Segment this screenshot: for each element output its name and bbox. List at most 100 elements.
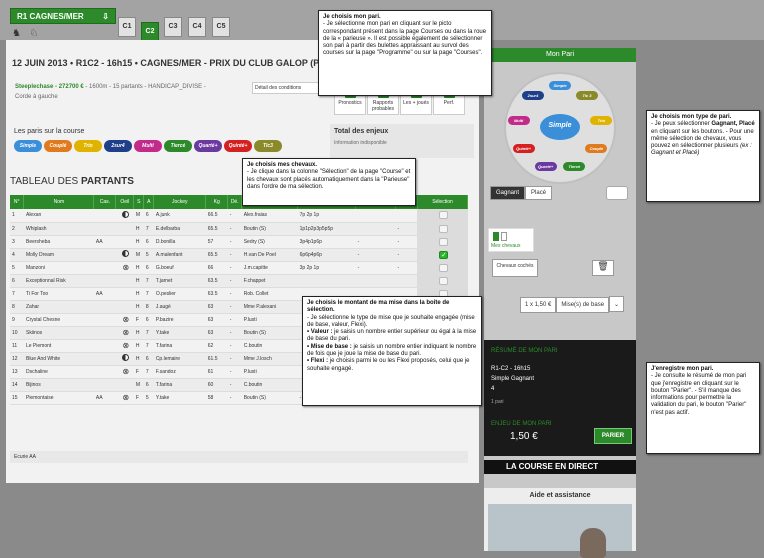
selection-cell: [417, 209, 468, 223]
selection-checkbox[interactable]: [438, 263, 448, 272]
cell-s: H: [133, 274, 144, 288]
blinker-icon: ⊗: [122, 315, 130, 324]
oeil-cell: [115, 274, 134, 288]
cell-s: H: [133, 235, 144, 249]
dropdown-arrow-icon: ⇩: [102, 12, 109, 21]
bet-simple[interactable]: Simple: [14, 140, 42, 152]
cell-n: 5: [10, 261, 24, 275]
tab-race-c3[interactable]: C3: [164, 17, 182, 37]
course-en-direct-bar[interactable]: LA COURSE EN DIRECT: [484, 460, 636, 474]
cell-musique: 1p1p2p3p5p5p: [297, 222, 356, 236]
selection-checkbox[interactable]: [438, 224, 448, 233]
cell-jockey: T.farina: [153, 378, 206, 392]
oeil-cell: [115, 222, 134, 236]
column-header[interactable]: Kg: [205, 195, 229, 209]
resume-count: 1 pari: [491, 399, 504, 405]
bet-quinte[interactable]: Quinté+: [224, 140, 252, 152]
selection-checkbox[interactable]: [438, 250, 448, 259]
cell-ent: Boutin (S): [241, 326, 298, 340]
cell-cote: [395, 274, 418, 288]
cell-cas: [93, 352, 116, 366]
wheel-bet-option[interactable]: Simple: [549, 81, 571, 90]
conditions-link[interactable]: Détail des conditions: [252, 82, 322, 94]
column-header[interactable]: S: [133, 195, 145, 209]
cell-gains: -: [355, 248, 396, 262]
jockey-icon[interactable]: ♘: [29, 28, 38, 39]
cell-cas: [93, 274, 116, 288]
meeting-label: R1 CAGNES/MER: [17, 12, 84, 21]
bet-multi[interactable]: Multi: [134, 140, 162, 152]
cell-ent: Mme P.alexani: [241, 300, 298, 314]
place-button[interactable]: Placé: [525, 186, 553, 200]
column-header[interactable]: Jockey: [153, 195, 207, 209]
bet-trio[interactable]: Trio: [74, 140, 102, 152]
callout-montant-mise: Je choisis le montant de ma mise dans la…: [302, 296, 482, 406]
chevaux-coches-button[interactable]: Chevaux cochés: [492, 259, 538, 277]
tab-race-c1[interactable]: C1: [118, 17, 136, 37]
trash-icon[interactable]: 🗑: [592, 260, 614, 276]
half-blinker-icon: [122, 354, 130, 361]
wheel-bet-option[interactable]: Multi: [507, 115, 530, 125]
cell-name: Blue And White: [23, 352, 94, 366]
cell-name: Alexan: [23, 209, 94, 223]
table-row: 2 Whiplash H 7 E.delbarba 65.5- Boutin (S) 1p1p…: [10, 222, 468, 236]
cell-kg: 63.5: [205, 274, 228, 288]
parier-button[interactable]: PARIER: [594, 428, 632, 444]
bet-tic3[interactable]: Tic3: [254, 140, 282, 152]
cell-a: 5: [143, 248, 154, 262]
wheel-bet-option[interactable]: Trio: [590, 115, 613, 125]
wheel-bet-option[interactable]: Couplé: [585, 144, 608, 153]
cell-name: Skiinos: [23, 326, 94, 340]
cell-kg: 62: [205, 339, 228, 353]
column-header[interactable]: Nom: [23, 195, 95, 209]
bet-quarte[interactable]: Quarté+: [194, 140, 222, 152]
wheel-bet-option[interactable]: Tic 3: [575, 90, 598, 100]
cell-jockey: D.bonilla: [153, 235, 206, 249]
column-header[interactable]: Oeil: [115, 195, 135, 209]
wheel-bet-option[interactable]: Tiercé: [563, 162, 586, 172]
bet-2sur4[interactable]: 2sur4: [104, 140, 132, 152]
tab-race-c5[interactable]: C5: [212, 17, 230, 37]
wheel-bet-option[interactable]: Quarté+: [534, 162, 557, 172]
wheel-center-simple[interactable]: Simple: [540, 114, 580, 140]
column-header[interactable]: Cas.: [93, 195, 117, 209]
selection-checkbox[interactable]: [438, 237, 448, 246]
wheel-bet-option[interactable]: Quinté+: [512, 144, 535, 153]
bet-tierce[interactable]: Tiercé: [164, 140, 192, 152]
cell-name: Molly Dream: [23, 248, 94, 262]
column-header[interactable]: Sélection: [417, 195, 469, 209]
column-header[interactable]: A: [143, 195, 155, 209]
table-row: 1 Alexan M 6 A.junk 66.5- Alex.fraias 7p 2p 1p: [10, 209, 468, 223]
column-header[interactable]: N°: [10, 195, 25, 209]
mise-value[interactable]: 1 x 1,50 €: [520, 297, 557, 313]
cell-de: -: [227, 209, 242, 223]
column-header[interactable]: Dé.: [227, 195, 243, 209]
cell-cote: [395, 209, 418, 223]
mes-chevaux-box[interactable]: Mes chevaux: [488, 228, 534, 252]
tab-race-c4[interactable]: C4: [188, 17, 206, 37]
flexi-icon[interactable]: [606, 186, 628, 200]
mise-type-select[interactable]: Mise(s) de base: [556, 297, 610, 313]
cell-s: M: [133, 248, 144, 262]
cell-n: 10: [10, 326, 24, 340]
chevron-down-icon[interactable]: ⌄: [609, 296, 625, 312]
horse-icon[interactable]: ♞: [12, 28, 21, 39]
cell-de: -: [227, 365, 242, 379]
cell-de: -: [227, 378, 242, 392]
cell-n: 15: [10, 391, 24, 405]
cell-jockey: P.bazire: [153, 313, 206, 327]
cell-cas: [93, 300, 116, 314]
cell-ent: Sedry (S): [241, 235, 298, 249]
cell-musique: 7p 2p 1p: [297, 209, 356, 223]
mon-pari-title: Mon Pari: [484, 48, 636, 62]
cell-ent: Rob. Collet: [241, 287, 298, 301]
wheel-bet-option[interactable]: 2sur4: [522, 90, 544, 100]
cell-jockey: T.farina: [153, 339, 206, 353]
bet-couple[interactable]: Couplé: [44, 140, 72, 152]
meeting-selector[interactable]: R1 CAGNES/MER ⇩: [10, 8, 116, 24]
selection-checkbox[interactable]: [438, 276, 448, 285]
cell-s: F: [133, 365, 144, 379]
cell-de: -: [227, 235, 242, 249]
gagnant-button[interactable]: Gagnant: [490, 186, 526, 200]
selection-checkbox[interactable]: [438, 211, 448, 220]
